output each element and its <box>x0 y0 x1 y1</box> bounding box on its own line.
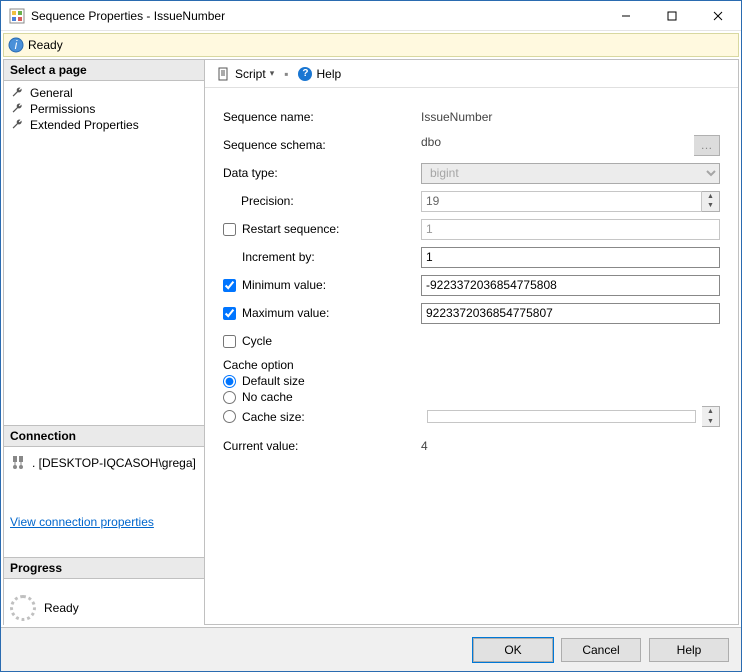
dialog-footer: OK Cancel Help <box>1 627 741 671</box>
minimize-button[interactable] <box>603 1 649 30</box>
min-label: Minimum value: <box>242 278 326 292</box>
toolbar: Script ▾ ▪ ? Help <box>205 60 738 88</box>
cache-group-label: Cache option <box>223 358 720 372</box>
help-label: Help <box>316 67 341 81</box>
script-label: Script <box>235 67 266 81</box>
page-list: General Permissions Extended Properties <box>4 81 204 425</box>
seq-name-label: Sequence name: <box>223 110 421 124</box>
chevron-down-icon: ▾ <box>270 68 275 79</box>
seq-name-value: IssueNumber <box>421 110 720 124</box>
restart-checkbox[interactable] <box>223 223 236 236</box>
increment-input[interactable] <box>421 247 720 268</box>
help-icon: ? <box>298 67 312 81</box>
page-label: General <box>30 86 73 100</box>
page-extended-properties[interactable]: Extended Properties <box>10 117 198 133</box>
cache-none-label: No cache <box>242 390 293 404</box>
min-input[interactable] <box>421 275 720 296</box>
sidebar: Select a page General Permissions Extend… <box>3 59 205 625</box>
cycle-label: Cycle <box>242 334 272 348</box>
form-area: Sequence name: IssueNumber Sequence sche… <box>205 88 738 624</box>
maximize-button[interactable] <box>649 1 695 30</box>
progress-text: Ready <box>44 601 79 615</box>
cache-size-radio[interactable] <box>223 410 236 423</box>
spinner-icon <box>10 595 36 621</box>
max-label: Maximum value: <box>242 306 329 320</box>
ok-button[interactable]: OK <box>473 638 553 662</box>
restart-input[interactable] <box>421 219 720 240</box>
schema-browse-button[interactable]: … <box>694 135 720 156</box>
connection-value: . [DESKTOP-IQCASOH\grega] <box>32 456 196 470</box>
script-icon <box>217 67 231 81</box>
current-value: 4 <box>421 439 720 453</box>
cycle-checkbox[interactable] <box>223 335 236 348</box>
progress-header: Progress <box>4 558 204 579</box>
help-button[interactable]: ? Help <box>294 65 345 83</box>
app-icon <box>9 8 25 24</box>
connection-row: . [DESKTOP-IQCASOH\grega] <box>10 455 198 471</box>
titlebar: Sequence Properties - IssueNumber <box>1 1 741 31</box>
page-label: Extended Properties <box>30 118 139 132</box>
view-connection-link[interactable]: View connection properties <box>10 515 198 529</box>
precision-label: Precision: <box>223 194 421 208</box>
help-button[interactable]: Help <box>649 638 729 662</box>
data-type-label: Data type: <box>223 166 421 180</box>
cache-none-radio[interactable] <box>223 391 236 404</box>
wrench-icon <box>10 118 24 132</box>
wrench-icon <box>10 102 24 116</box>
page-permissions[interactable]: Permissions <box>10 101 198 117</box>
max-input[interactable] <box>421 303 720 324</box>
close-button[interactable] <box>695 1 741 30</box>
svg-text:i: i <box>15 38 18 52</box>
dialog-window: Sequence Properties - IssueNumber i Read… <box>0 0 742 672</box>
cache-default-label: Default size <box>242 374 305 388</box>
cancel-button[interactable]: Cancel <box>561 638 641 662</box>
cache-default-radio[interactable] <box>223 375 236 388</box>
data-type-select[interactable]: bigint <box>421 163 720 184</box>
select-page-header: Select a page <box>4 60 204 81</box>
restart-label: Restart sequence: <box>242 222 339 236</box>
seq-schema-value: dbo <box>421 135 694 156</box>
cache-size-label: Cache size: <box>242 410 421 424</box>
max-checkbox[interactable] <box>223 307 236 320</box>
main-panel: Script ▾ ▪ ? Help Sequence name: IssueNu… <box>205 59 739 625</box>
seq-schema-label: Sequence schema: <box>223 138 421 152</box>
script-button[interactable]: Script ▾ <box>213 65 278 83</box>
toolbar-separator: ▪ <box>284 67 288 81</box>
connection-body: . [DESKTOP-IQCASOH\grega] View connectio… <box>4 447 204 557</box>
cache-size-input[interactable] <box>427 410 696 423</box>
progress-body: Ready <box>4 579 204 625</box>
page-label: Permissions <box>30 102 95 116</box>
page-general[interactable]: General <box>10 85 198 101</box>
connection-section: Connection . [DESKTOP-IQCASOH\grega] Vie… <box>4 425 204 557</box>
precision-spinner[interactable]: ▲▼ <box>702 191 720 212</box>
connection-header: Connection <box>4 426 204 447</box>
ready-bar: i Ready <box>3 33 739 57</box>
ready-text: Ready <box>28 38 63 52</box>
progress-section: Progress Ready <box>4 557 204 625</box>
increment-label: Increment by: <box>223 250 421 264</box>
wrench-icon <box>10 86 24 100</box>
min-checkbox[interactable] <box>223 279 236 292</box>
cache-size-spinner[interactable]: ▲▼ <box>702 406 720 427</box>
window-title: Sequence Properties - IssueNumber <box>31 9 603 23</box>
precision-input[interactable] <box>421 191 702 212</box>
dialog-body: Select a page General Permissions Extend… <box>3 59 739 625</box>
info-icon: i <box>8 37 24 53</box>
current-label: Current value: <box>223 439 421 453</box>
window-buttons <box>603 1 741 30</box>
server-icon <box>10 455 26 471</box>
